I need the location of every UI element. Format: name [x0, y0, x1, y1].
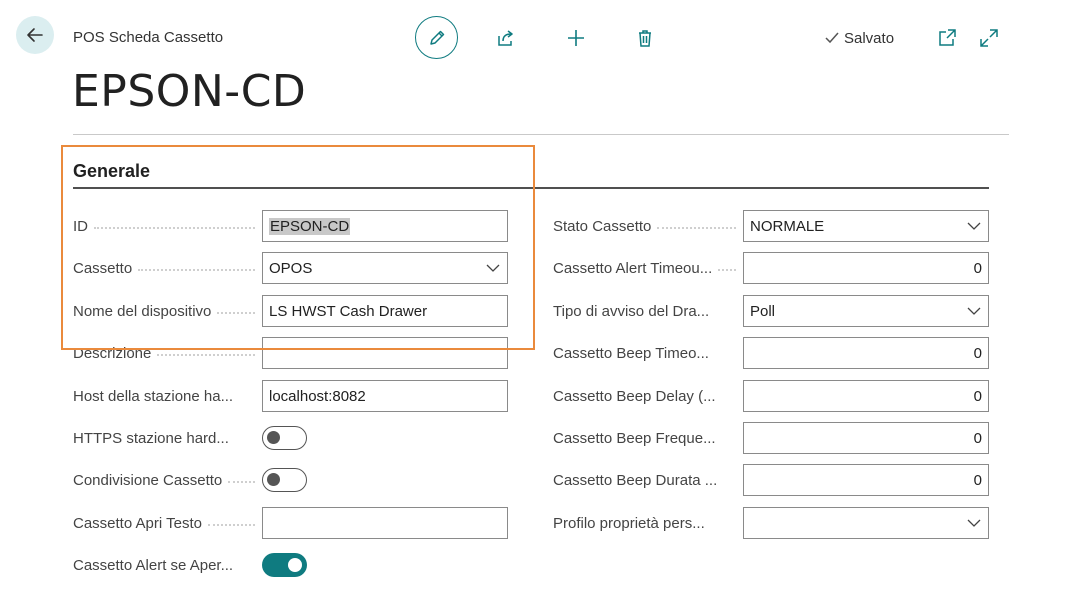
- field-label: HTTPS stazione hard...: [73, 429, 229, 447]
- profilo-select[interactable]: [743, 507, 989, 539]
- field-label: Descrizione: [73, 345, 259, 362]
- apri-testo-input[interactable]: [262, 507, 508, 539]
- field-label: Condivisione Cassetto: [73, 472, 259, 489]
- field-label: Cassetto Apri Testo: [73, 515, 259, 532]
- beep-timeout-input[interactable]: 0: [743, 337, 989, 369]
- section-divider: [73, 187, 989, 189]
- field-label: Cassetto Beep Freque...: [553, 429, 716, 447]
- saved-status: Salvato: [823, 29, 894, 47]
- chevron-down-icon: [966, 303, 982, 319]
- alert-timeout-input[interactable]: 0: [743, 252, 989, 284]
- field-label: Profilo proprietà pers...: [553, 514, 705, 532]
- field-id: ID: [73, 210, 259, 242]
- beep-frequenza-input[interactable]: 0: [743, 422, 989, 454]
- field-https: HTTPS stazione hard...: [73, 422, 259, 454]
- field-beep-delay: Cassetto Beep Delay (...: [553, 380, 740, 412]
- edit-icon: [429, 30, 444, 45]
- field-tipo-avviso: Tipo di avviso del Dra...: [553, 295, 740, 327]
- chevron-down-icon: [966, 515, 982, 531]
- field-descrizione: Descrizione: [73, 337, 259, 369]
- delete-icon: [639, 30, 651, 47]
- field-profilo: Profilo proprietà pers...: [553, 507, 740, 539]
- section-title[interactable]: Generale: [73, 161, 150, 182]
- https-toggle[interactable]: [262, 426, 307, 450]
- page-title: EPSON-CD: [72, 66, 307, 117]
- nome-dispositivo-input[interactable]: LS HWST Cash Drawer: [262, 295, 508, 327]
- field-beep-timeout: Cassetto Beep Timeo...: [553, 337, 740, 369]
- field-nome: Nome del dispositivo: [73, 295, 259, 327]
- field-label: Cassetto Alert se Aper...: [73, 556, 234, 574]
- field-label: Cassetto Alert Timeou...: [553, 260, 740, 277]
- field-label: Cassetto: [73, 260, 259, 277]
- chevron-down-icon: [485, 260, 501, 276]
- field-alert-timeout: Cassetto Alert Timeou...: [553, 252, 740, 284]
- chevron-down-icon: [966, 218, 982, 234]
- alert-aperto-toggle[interactable]: [262, 553, 307, 577]
- open-in-new-window-button[interactable]: [929, 20, 965, 56]
- share-button[interactable]: [488, 20, 524, 56]
- share-icon: [498, 30, 513, 46]
- field-cassetto: Cassetto: [73, 252, 259, 284]
- field-label: Stato Cassetto: [553, 218, 740, 235]
- field-stato: Stato Cassetto: [553, 210, 740, 242]
- check-icon: [825, 32, 839, 44]
- tipo-avviso-select[interactable]: Poll: [743, 295, 989, 327]
- back-button[interactable]: [16, 16, 54, 54]
- field-beep-durata: Cassetto Beep Durata ...: [553, 464, 740, 496]
- cassetto-select[interactable]: OPOS: [262, 252, 508, 284]
- breadcrumb: POS Scheda Cassetto: [73, 29, 224, 46]
- saved-label: Salvato: [844, 29, 895, 47]
- new-button[interactable]: [558, 20, 594, 56]
- field-label: Cassetto Beep Durata ...: [553, 471, 718, 489]
- delete-button[interactable]: [627, 20, 663, 56]
- stato-select[interactable]: NORMALE: [743, 210, 989, 242]
- expand-icon: [980, 29, 998, 47]
- field-label: Host della stazione ha...: [73, 387, 234, 405]
- expand-button[interactable]: [971, 20, 1007, 56]
- field-alert-aperto: Cassetto Alert se Aper...: [73, 549, 259, 581]
- id-input[interactable]: EPSON-CD: [262, 210, 508, 242]
- title-divider: [73, 134, 1009, 135]
- descrizione-input[interactable]: [262, 337, 508, 369]
- field-label: ID: [73, 218, 259, 235]
- beep-durata-input[interactable]: 0: [743, 464, 989, 496]
- field-label: Tipo di avviso del Dra...: [553, 302, 710, 320]
- beep-delay-input[interactable]: 0: [743, 380, 989, 412]
- field-label: Cassetto Beep Timeo...: [553, 344, 709, 362]
- new-icon: [568, 30, 584, 46]
- edit-button[interactable]: [415, 16, 458, 59]
- field-label: Cassetto Beep Delay (...: [553, 387, 716, 405]
- field-host: Host della stazione ha...: [73, 380, 259, 412]
- field-condivisione: Condivisione Cassetto: [73, 464, 259, 496]
- field-apri-testo: Cassetto Apri Testo: [73, 507, 259, 539]
- open-in-new-window-icon: [939, 29, 956, 46]
- field-label: Nome del dispositivo: [73, 303, 259, 320]
- field-beep-freq: Cassetto Beep Freque...: [553, 422, 740, 454]
- host-input[interactable]: localhost:8082: [262, 380, 508, 412]
- back-arrow-icon: [27, 28, 43, 42]
- condivisione-toggle[interactable]: [262, 468, 307, 492]
